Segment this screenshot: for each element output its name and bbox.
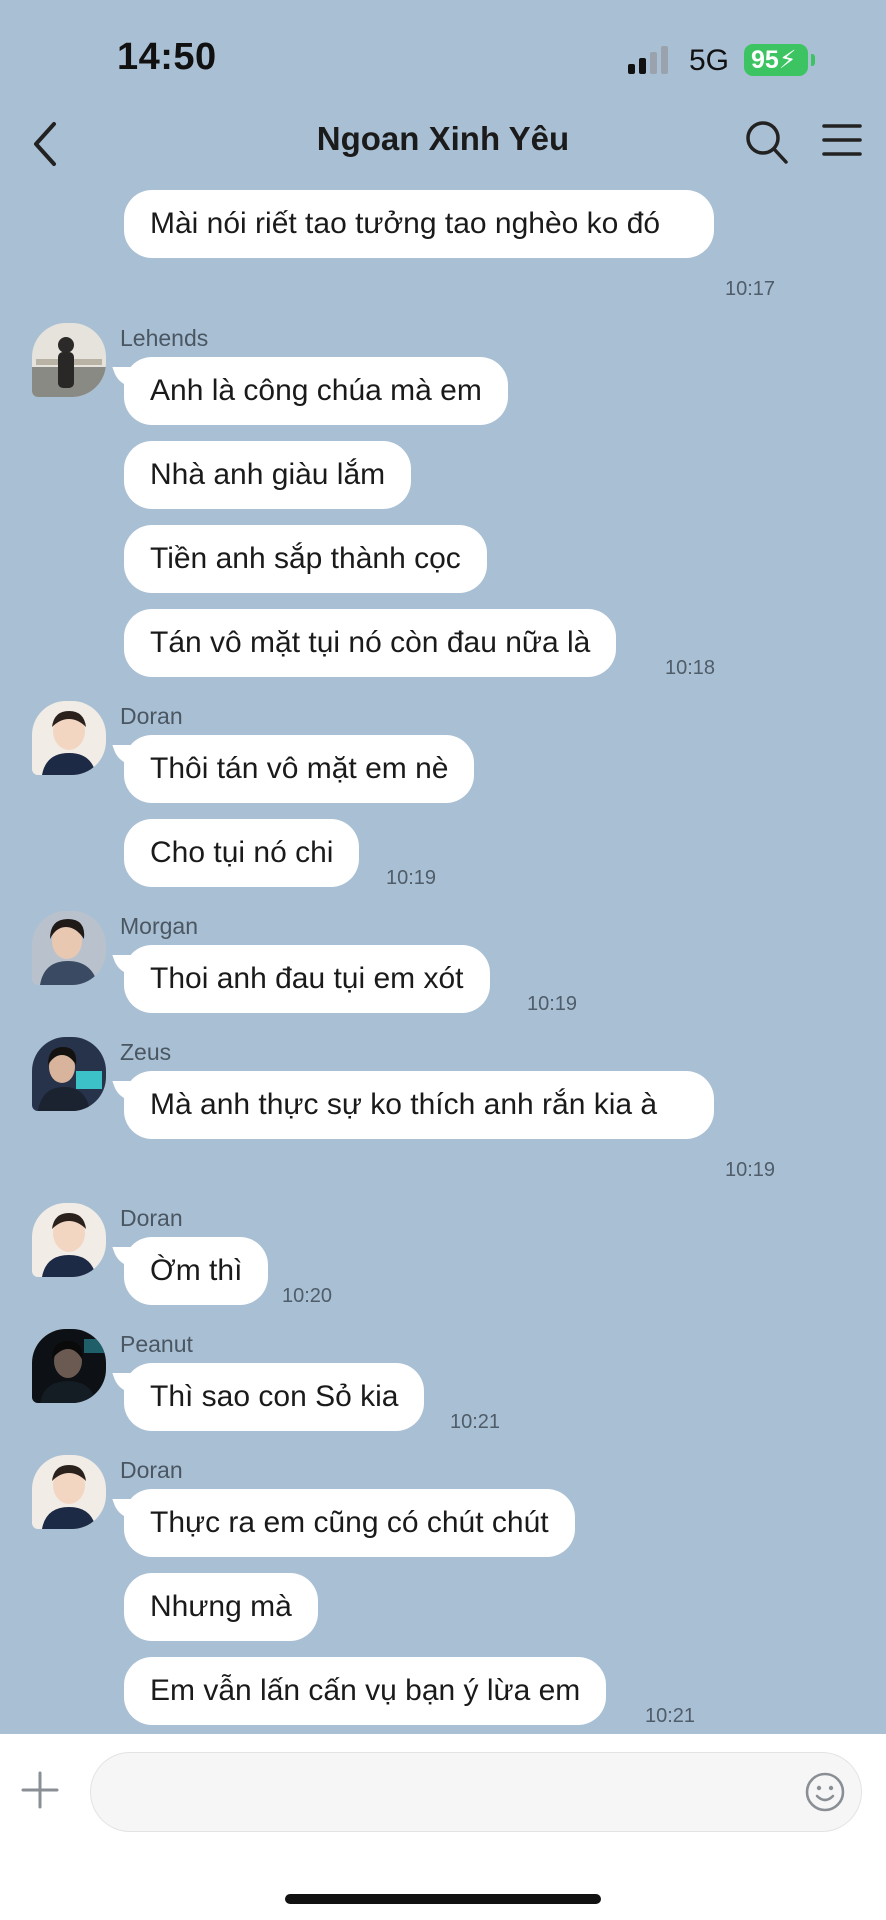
- message-time: 10:20: [282, 1285, 333, 1307]
- sender-name: Doran: [120, 1205, 183, 1231]
- message-bubble[interactable]: Tiền anh sắp thành cọc: [124, 525, 487, 593]
- message-bubble[interactable]: Thì sao con Sỏ kia: [124, 1363, 425, 1431]
- battery-cap: [811, 54, 815, 66]
- message-bubble[interactable]: Em vẫn lấn cấn vụ bạn ý lừa em: [124, 1657, 607, 1725]
- message-bubble[interactable]: Nhà anh giàu lắm: [124, 441, 412, 509]
- hamburger-menu-icon[interactable]: [820, 120, 864, 160]
- sender-name: Lehends: [120, 325, 209, 351]
- status-time: 14:50: [117, 36, 217, 78]
- message-bubble[interactable]: Ờm thì: [124, 1237, 269, 1305]
- sender-name: Doran: [120, 1457, 183, 1483]
- avatar[interactable]: [32, 1329, 106, 1403]
- search-icon[interactable]: [744, 116, 790, 168]
- network-type: 5G: [689, 44, 730, 77]
- avatar[interactable]: [32, 1455, 106, 1529]
- sender-name: Morgan: [120, 913, 198, 939]
- smiley-icon[interactable]: [804, 1771, 846, 1813]
- message-time: 10:19: [725, 1159, 776, 1181]
- avatar[interactable]: [32, 323, 106, 397]
- sender-name: Zeus: [120, 1039, 172, 1065]
- home-indicator[interactable]: [285, 1894, 601, 1904]
- avatar[interactable]: [32, 911, 106, 985]
- plus-icon[interactable]: [20, 1770, 60, 1810]
- message-list[interactable]: Mài nói riết tao tưởng tao nghèo ko đó 1…: [0, 180, 886, 1734]
- battery-level: 95: [751, 46, 779, 74]
- message-bubble[interactable]: Thoi anh đau tụi em xót: [124, 945, 490, 1013]
- message-time: 10:21: [450, 1411, 501, 1433]
- message-bubble[interactable]: Nhưng mà: [124, 1573, 318, 1641]
- battery-indicator: 95⚡: [744, 44, 808, 76]
- avatar[interactable]: [32, 1037, 106, 1111]
- status-bar: 14:50 5G 95⚡: [0, 0, 886, 110]
- message-input[interactable]: [90, 1752, 862, 1832]
- sender-name: Peanut: [120, 1331, 193, 1357]
- avatar[interactable]: [32, 1203, 106, 1277]
- sender-name: Doran: [120, 703, 183, 729]
- message-input-bar: [0, 1734, 886, 1920]
- message-time: 10:17: [725, 278, 776, 300]
- message-bubble[interactable]: Cho tụi nó chi: [124, 819, 360, 887]
- message-time: 10:19: [386, 867, 437, 889]
- message-time: 10:19: [527, 993, 578, 1015]
- charging-bolt-icon: ⚡: [778, 46, 797, 74]
- message-bubble[interactable]: Anh là công chúa mà em: [124, 357, 508, 425]
- message-bubble[interactable]: Tán vô mặt tụi nó còn đau nữa là: [124, 609, 617, 677]
- signal-icon: [628, 46, 668, 74]
- message-bubble[interactable]: Mài nói riết tao tưởng tao nghèo ko đó: [124, 190, 714, 258]
- message-bubble[interactable]: Mà anh thực sự ko thích anh rắn kia à: [124, 1071, 714, 1139]
- message-bubble[interactable]: Thực ra em cũng có chút chút: [124, 1489, 575, 1557]
- avatar[interactable]: [32, 701, 106, 775]
- message-time: 10:18: [665, 657, 716, 679]
- message-bubble[interactable]: Thôi tán vô mặt em nè: [124, 735, 475, 803]
- message-time: 10:21: [645, 1705, 696, 1727]
